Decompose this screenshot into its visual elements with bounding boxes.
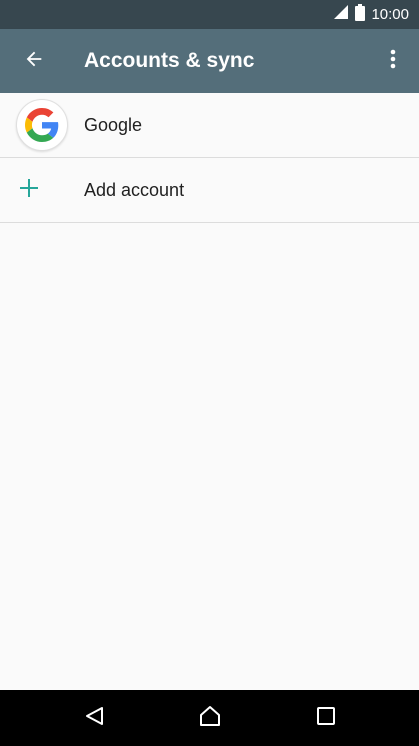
google-avatar — [16, 99, 68, 151]
app-bar: Accounts & sync — [0, 29, 419, 93]
nav-back-button[interactable] — [74, 698, 114, 738]
back-button[interactable] — [16, 43, 52, 79]
add-account-icon-wrap — [20, 164, 72, 216]
more-options-button[interactable] — [375, 43, 411, 79]
signal-icon — [333, 4, 349, 25]
account-label-google: Google — [84, 115, 143, 135]
google-icon — [16, 99, 68, 151]
account-item-google[interactable]: Google — [0, 93, 419, 158]
nav-home-button[interactable] — [190, 698, 230, 738]
navigation-bar — [0, 690, 419, 746]
back-arrow-icon — [23, 48, 45, 75]
add-account-label: Add account — [84, 180, 185, 200]
add-account-item[interactable]: Add account — [0, 158, 419, 223]
recents-icon — [316, 706, 336, 731]
status-time: 10:00 — [371, 6, 409, 23]
more-vert-icon — [389, 48, 397, 75]
status-icons: 10:00 — [333, 0, 409, 29]
plus-icon — [20, 178, 38, 202]
nav-recents-button[interactable] — [306, 698, 346, 738]
accounts-list: Google Add account — [0, 93, 419, 223]
battery-icon — [355, 3, 366, 26]
back-icon — [83, 705, 105, 732]
home-icon — [198, 704, 222, 733]
status-bar: 10:00 — [0, 0, 419, 29]
page-title: Accounts & sync — [84, 49, 255, 72]
